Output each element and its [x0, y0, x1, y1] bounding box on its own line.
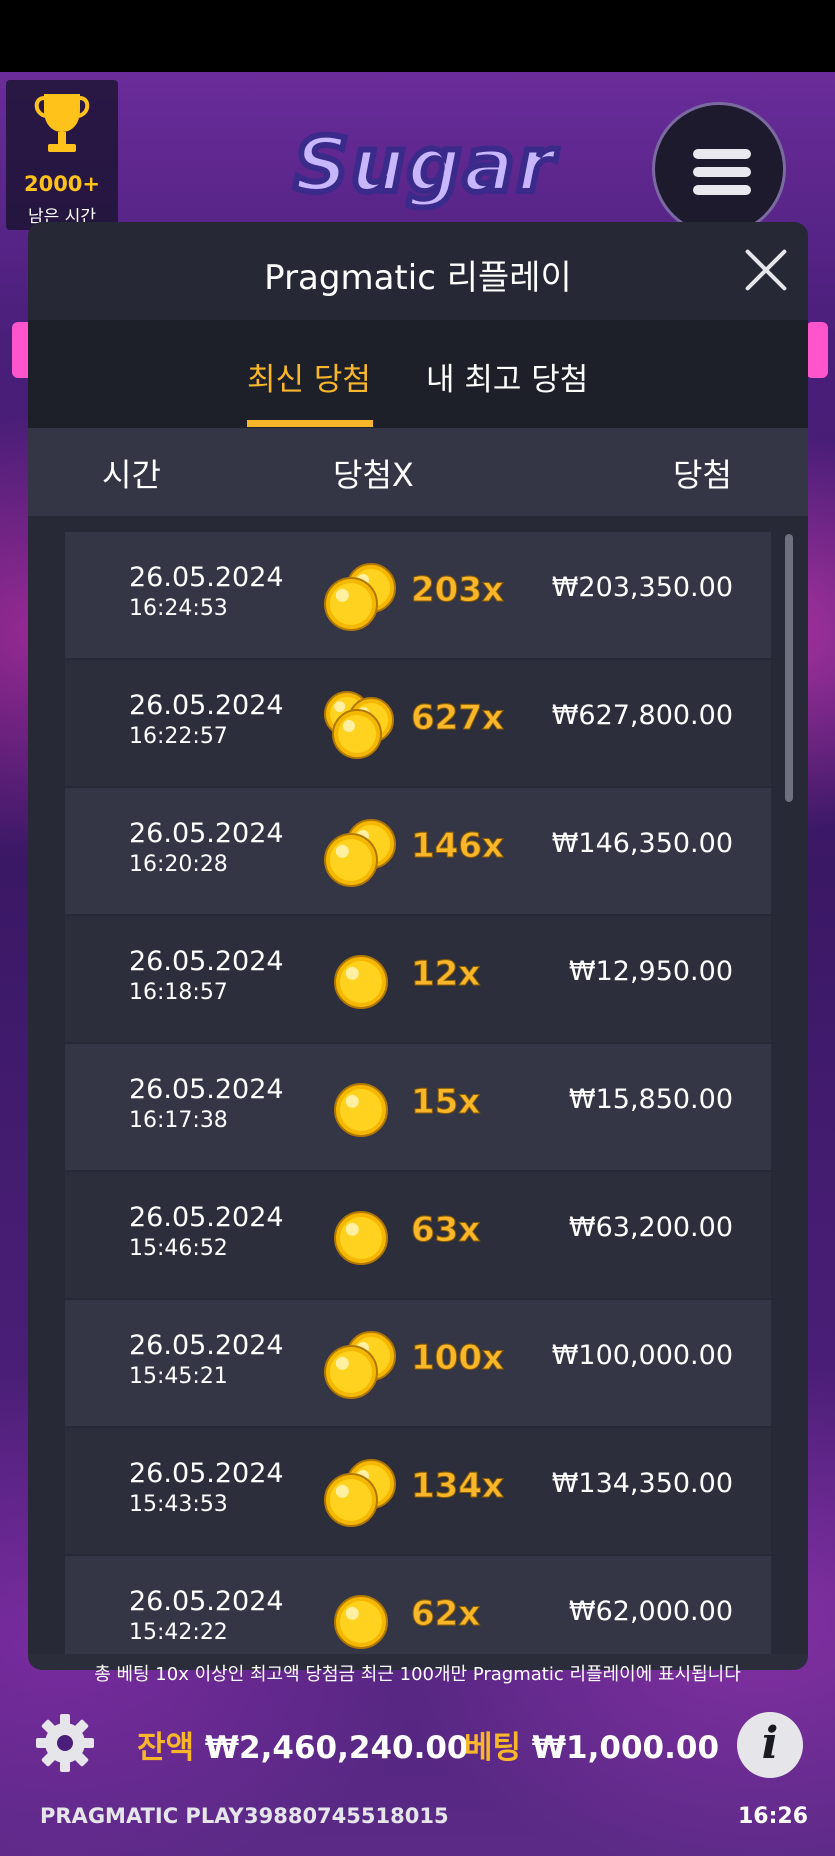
list-item[interactable]: 26.05.2024 15:42:22 62x ₩62,000.00 — [65, 1556, 771, 1654]
row-amount: ₩63,200.00 — [568, 1212, 733, 1243]
modal-header: Pragmatic 리플레이 — [28, 222, 808, 320]
gold-coin-icon — [321, 814, 401, 890]
row-amount: ₩134,350.00 — [551, 1468, 733, 1499]
status-bar — [0, 0, 835, 72]
row-date: 26.05.2024 — [129, 1202, 284, 1233]
gold-coin-icon — [321, 1070, 401, 1146]
balance-display: 잔액 ₩2,460,240.00 — [137, 1722, 469, 1767]
replay-footnote: 총 베팅 10x 이상인 최고액 당첨금 최근 100개만 Pragmatic … — [94, 1664, 741, 1685]
bet-display: 베팅 ₩1,000.00 — [464, 1722, 719, 1767]
list-item[interactable]: 26.05.2024 16:22:57 627x ₩627,800.00 — [65, 660, 771, 786]
row-multiplier: 100x — [411, 1338, 505, 1379]
list-item[interactable]: 26.05.2024 16:18:57 12x ₩12,950.00 — [65, 916, 771, 1042]
row-time: 15:42:22 — [129, 1620, 228, 1645]
list-item[interactable]: 26.05.2024 16:24:53 203x ₩203,350.00 — [65, 532, 771, 658]
gold-coin-icon — [321, 1326, 401, 1402]
gear-icon[interactable] — [34, 1712, 96, 1774]
balance-label: 잔액 — [137, 1730, 195, 1766]
gold-coin-icon — [321, 942, 401, 1018]
list-item[interactable]: 26.05.2024 16:20:28 146x ₩146,350.00 — [65, 788, 771, 914]
row-multiplier: 134x — [411, 1466, 505, 1507]
tab-my-best-wins[interactable]: 내 최고 당첨 — [426, 354, 588, 399]
list-item[interactable]: 26.05.2024 16:17:38 15x ₩15,850.00 — [65, 1044, 771, 1170]
row-amount: ₩146,350.00 — [551, 828, 733, 859]
wins-list[interactable]: 26.05.2024 16:24:53 203x ₩203,350.00 26.05.2… — [28, 516, 808, 1654]
row-multiplier: 146x — [411, 826, 505, 867]
gold-coin-icon — [321, 686, 401, 762]
list-item[interactable]: 26.05.2024 15:43:53 134x ₩134,350.00 — [65, 1428, 771, 1554]
row-date: 26.05.2024 — [129, 1074, 284, 1105]
row-amount: ₩62,000.00 — [568, 1596, 733, 1627]
row-amount: ₩15,850.00 — [568, 1084, 733, 1115]
active-tab-indicator — [247, 420, 373, 427]
gold-coin-icon — [321, 1582, 401, 1654]
info-icon[interactable]: i — [737, 1712, 803, 1778]
trophy-icon — [34, 94, 90, 152]
row-time: 15:46:52 — [129, 1236, 228, 1261]
close-icon[interactable] — [742, 246, 790, 294]
list-item[interactable]: 26.05.2024 15:46:52 63x ₩63,200.00 — [65, 1172, 771, 1298]
row-amount: ₩627,800.00 — [551, 700, 733, 731]
bet-label: 베팅 — [464, 1730, 522, 1766]
row-multiplier: 15x — [410, 1082, 481, 1123]
game-logo-text: Sugar — [291, 117, 557, 212]
column-multiplier: 당첨X — [333, 456, 414, 494]
row-time: 15:43:53 — [129, 1492, 228, 1517]
row-time: 16:20:28 — [129, 852, 228, 877]
row-multiplier: 63x — [410, 1210, 481, 1251]
balance-value: ₩2,460,240.00 — [204, 1730, 469, 1766]
row-time: 16:22:57 — [129, 724, 228, 749]
row-date: 26.05.2024 — [129, 818, 284, 849]
row-multiplier: 627x — [411, 698, 505, 739]
clock: 16:26 — [738, 1804, 809, 1829]
game-logo: Sugar — [270, 110, 580, 220]
list-item[interactable]: 26.05.2024 15:45:21 100x ₩100,000.00 — [65, 1300, 771, 1426]
row-amount: ₩100,000.00 — [551, 1340, 733, 1371]
session-id: 39880745518015 — [244, 1804, 449, 1828]
row-multiplier: 203x — [411, 570, 505, 611]
info-glyph: i — [761, 1718, 779, 1769]
brand-label: PRAGMATIC PLAY — [40, 1804, 244, 1828]
row-date: 26.05.2024 — [129, 1458, 284, 1489]
row-time: 16:17:38 — [129, 1108, 228, 1133]
column-win: 당첨 — [673, 456, 732, 494]
row-date: 26.05.2024 — [129, 1330, 284, 1361]
gold-coin-icon — [321, 558, 401, 634]
tab-latest-wins[interactable]: 최신 당첨 — [247, 354, 371, 399]
bet-value: ₩1,000.00 — [531, 1730, 720, 1766]
row-date: 26.05.2024 — [129, 946, 284, 977]
row-time: 15:45:21 — [129, 1364, 228, 1389]
row-date: 26.05.2024 — [129, 1586, 284, 1617]
row-time: 16:18:57 — [129, 980, 228, 1005]
column-time: 시간 — [102, 456, 161, 494]
hamburger-menu-icon[interactable] — [652, 102, 786, 236]
row-amount: ₩12,950.00 — [568, 956, 733, 987]
row-amount: ₩203,350.00 — [551, 572, 733, 603]
gold-coin-icon — [321, 1198, 401, 1274]
replay-modal: Pragmatic 리플레이 최신 당첨 내 최고 당첨 시간 당첨X 당첨 2… — [28, 222, 808, 1670]
row-date: 26.05.2024 — [129, 690, 284, 721]
gold-coin-icon — [321, 1454, 401, 1530]
tab-bar: 최신 당첨 내 최고 당첨 — [28, 320, 808, 428]
column-header: 시간 당첨X 당첨 — [28, 428, 808, 516]
row-date: 26.05.2024 — [129, 562, 284, 593]
trophy-count: 2000+ — [23, 172, 101, 196]
scrollbar[interactable] — [785, 534, 793, 802]
tournament-widget[interactable]: 2000+ 남은 시간 — [6, 80, 118, 230]
row-multiplier: 62x — [410, 1594, 481, 1635]
modal-title: Pragmatic 리플레이 — [264, 258, 572, 298]
row-time: 16:24:53 — [129, 596, 228, 621]
side-decoration-right — [806, 322, 828, 378]
row-multiplier: 12x — [410, 954, 481, 995]
